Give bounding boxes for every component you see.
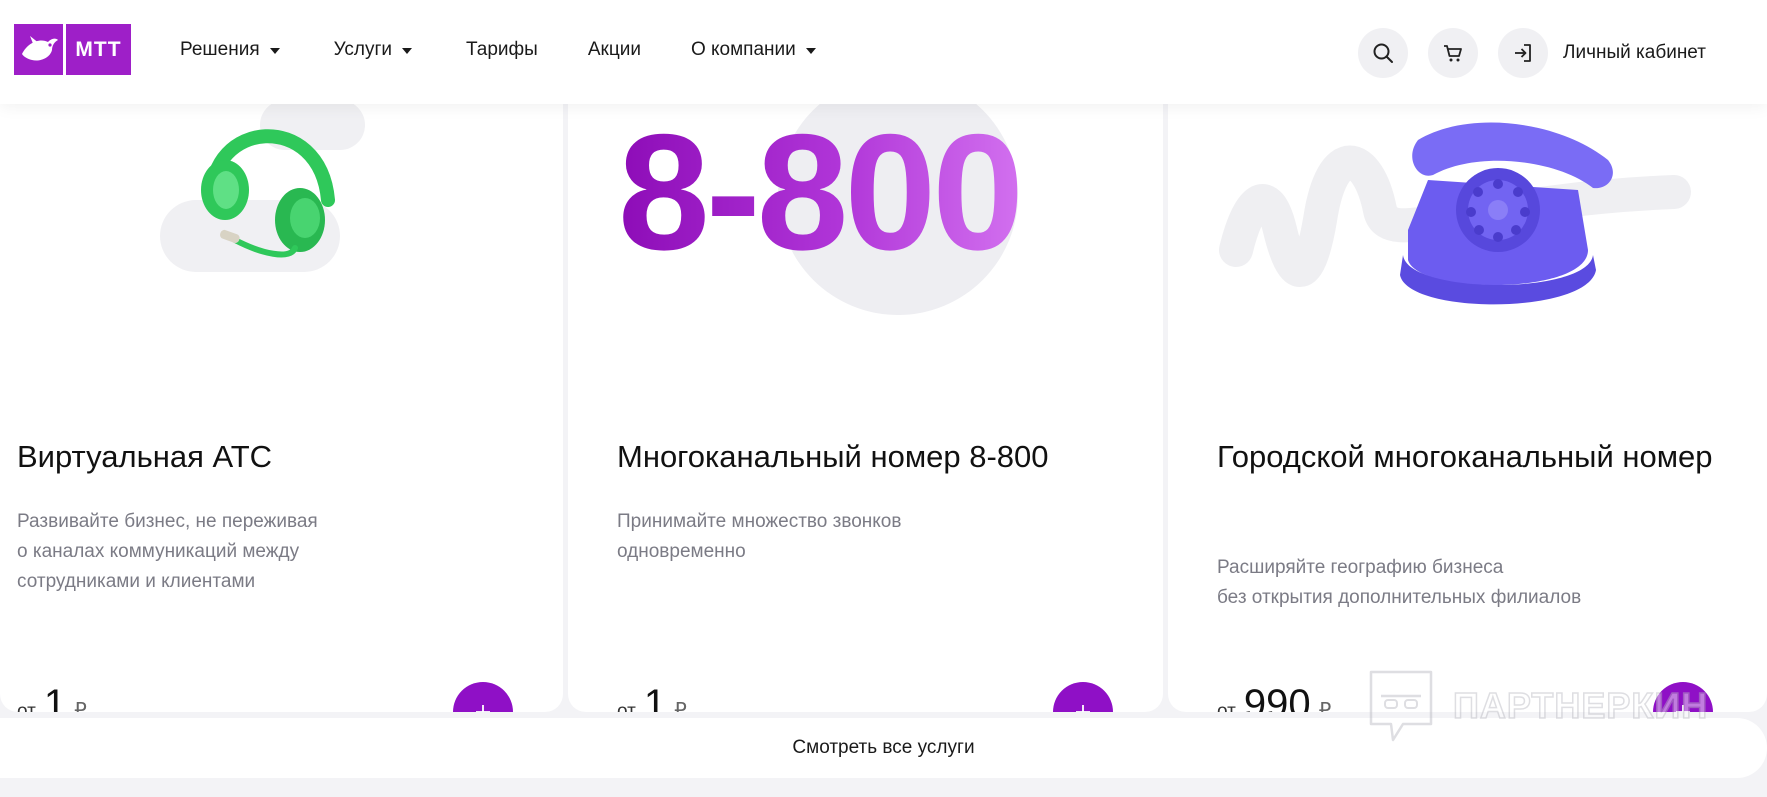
price-value: 990 [1243,682,1311,712]
watermark-text: ПАРТНЕРКИН [1452,684,1709,727]
mtt-logo[interactable]: МТТ [14,24,131,75]
header: МТТ Решения Услуги Тарифы Акции О компан… [0,0,1767,104]
service-card-virtual-pbx[interactable]: Виртуальная АТС Развивайте бизнес, не пе… [0,80,563,712]
card-price: от 990 ₽ [1217,682,1331,712]
chat-bubble-icon [1369,670,1433,742]
logo-text: МТТ [75,37,122,61]
nav-item-about[interactable]: О компании [691,39,816,61]
card-description: Расширяйте географию бизнеса без открыти… [1217,557,1582,608]
add-service-button[interactable] [1053,682,1113,712]
caret-down-icon [805,48,816,54]
nav-item-label: Акции [587,39,641,60]
card-illustration: 8-800 [568,80,1163,330]
nav-item-label: О компании [690,39,796,60]
service-card-8800[interactable]: 8-800 Многоканальный номер 8-800 Принима… [568,80,1163,712]
search-icon [1373,43,1393,63]
rotary-phone-icon [1400,122,1613,305]
card-title: Городской многоканальный номер [1217,439,1713,474]
cart-button[interactable] [1428,28,1478,78]
watermark: ПАРТНЕРКИН [1367,668,1708,744]
currency-symbol: ₽ [74,700,87,712]
card-title: Многоканальный номер 8-800 [617,439,1049,474]
card-title: Виртуальная АТС [17,439,273,474]
nav-item-label: Тарифы [466,39,538,60]
price-prefix: от [17,701,36,712]
service-card-city-number[interactable]: Городской многоканальный номер Расширяйт… [1168,80,1767,712]
add-service-button[interactable] [453,682,513,712]
bird-icon [14,24,66,75]
nav-item-tariffs[interactable]: Тарифы [466,39,538,61]
login-icon [1515,44,1531,62]
price-value: 1 [43,682,67,712]
search-button[interactable] [1358,28,1408,78]
number-8800-illustration: 8-800 [618,100,1024,284]
all-services-label: Смотреть все услуги [792,737,975,758]
currency-symbol: ₽ [1318,700,1332,712]
caret-down-icon [402,48,413,54]
main-nav: Решения Услуги Тарифы Акции О компании [180,0,816,100]
nav-item-label: Услуги [333,39,393,60]
nav-item-solutions[interactable]: Решения [180,39,280,61]
card-price: от 1 ₽ [617,682,687,712]
card-price: от 1 ₽ [17,682,87,712]
price-prefix: от [1217,701,1236,712]
nav-item-promotions[interactable]: Акции [588,39,641,61]
card-description: Принимайте множество звонков одновременн… [617,511,902,562]
card-illustration [1168,80,1767,330]
plus-icon [476,705,490,712]
price-prefix: от [617,701,636,712]
nav-item-label: Решения [180,39,260,60]
caret-down-icon [269,48,280,54]
cabinet-link[interactable]: Личный кабинет [1563,42,1706,64]
card-illustration [0,80,563,330]
currency-symbol: ₽ [674,700,687,712]
plus-icon [1076,705,1090,712]
cart-icon [1444,45,1462,62]
login-button[interactable] [1498,28,1548,78]
price-value: 1 [643,682,667,712]
card-description: Развивайте бизнес, не переживая о канала… [17,511,318,592]
nav-item-services[interactable]: Услуги [333,39,413,61]
